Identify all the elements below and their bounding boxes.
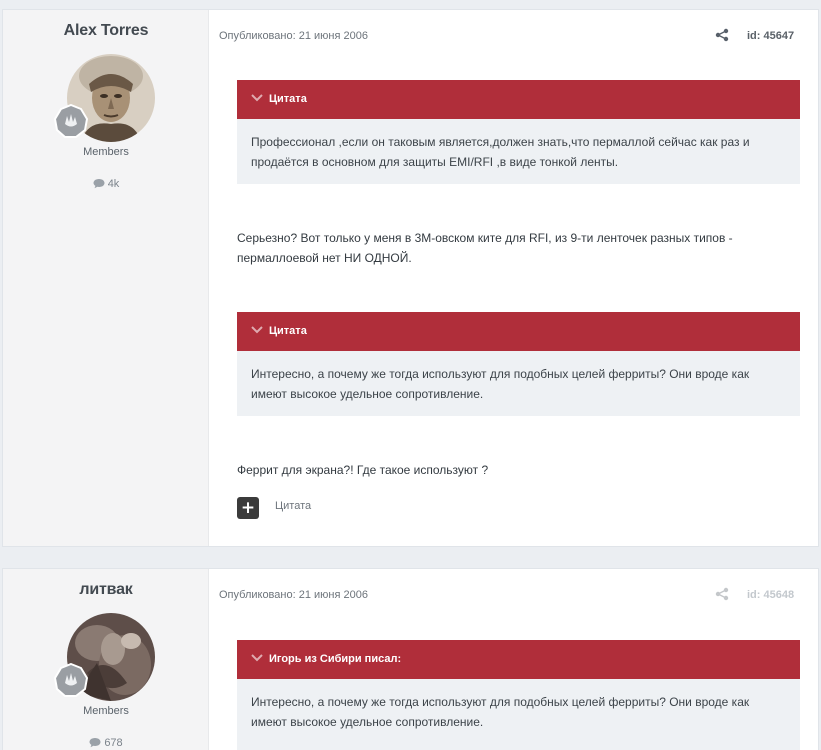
- chevron-down-icon: [251, 654, 263, 662]
- post-id-link[interactable]: id: 45647: [747, 30, 794, 42]
- quote-block: Игорь из Сибири писал: Интересно, а поче…: [237, 640, 800, 750]
- rank-badge-icon: [54, 104, 88, 138]
- quote-button[interactable]: Цитата: [275, 500, 311, 512]
- post-date: Опубликовано: 21 июня 2006: [219, 589, 368, 601]
- multiquote-add-button[interactable]: +: [237, 497, 259, 519]
- post-text: Серьезно? Вот только у меня в 3М-овском …: [237, 231, 733, 265]
- rank-badge-icon: [54, 663, 88, 697]
- post-id-link[interactable]: id: 45648: [747, 589, 794, 601]
- comment-icon: [93, 179, 105, 189]
- chevron-down-icon: [251, 326, 263, 334]
- quote-header-label: Цитата: [269, 93, 307, 105]
- chevron-down-icon: [251, 94, 263, 102]
- comment-icon: [89, 738, 101, 748]
- quote-text: Интересно, а почему же тогда используют …: [251, 367, 750, 401]
- quote-text: Интересно, а почему же тогда используют …: [251, 695, 750, 729]
- quote-header-label: Игорь из Сибири писал:: [269, 653, 402, 665]
- member-group: Members: [83, 146, 129, 158]
- author-name[interactable]: литвак: [3, 581, 209, 599]
- post-count-value: 4k: [107, 178, 120, 190]
- share-icon[interactable]: [715, 587, 729, 601]
- quote-header-label: Цитата: [269, 325, 307, 337]
- author-panel: Alex Torres Members 4k: [3, 10, 209, 546]
- post-count: 4k: [3, 178, 209, 190]
- post-date: Опубликовано: 21 июня 2006: [219, 30, 368, 42]
- member-group: Members: [83, 705, 129, 717]
- post-count: 678: [3, 737, 209, 749]
- post: литвак Members 678 Опубликовано: 21 июня…: [2, 568, 819, 750]
- post-count-value: 678: [104, 737, 123, 749]
- quote-header[interactable]: Цитата: [237, 312, 800, 351]
- quote-header[interactable]: Цитата: [237, 80, 800, 119]
- author-panel: литвак Members 678: [3, 569, 209, 750]
- quote-text: Профессионал ,если он таковым является,д…: [251, 135, 750, 169]
- author-name[interactable]: Alex Torres: [3, 22, 209, 40]
- quote-block: Цитата Интересно, а почему же тогда испо…: [237, 312, 800, 416]
- post-text: Феррит для экрана?! Где такое используют…: [237, 463, 489, 477]
- quote-header[interactable]: Игорь из Сибири писал:: [237, 640, 800, 679]
- post: Alex Torres Members 4k Опубликовано: 21 …: [2, 9, 819, 547]
- share-icon[interactable]: [715, 28, 729, 42]
- quote-block: Цитата Профессионал ,если он таковым явл…: [237, 80, 800, 184]
